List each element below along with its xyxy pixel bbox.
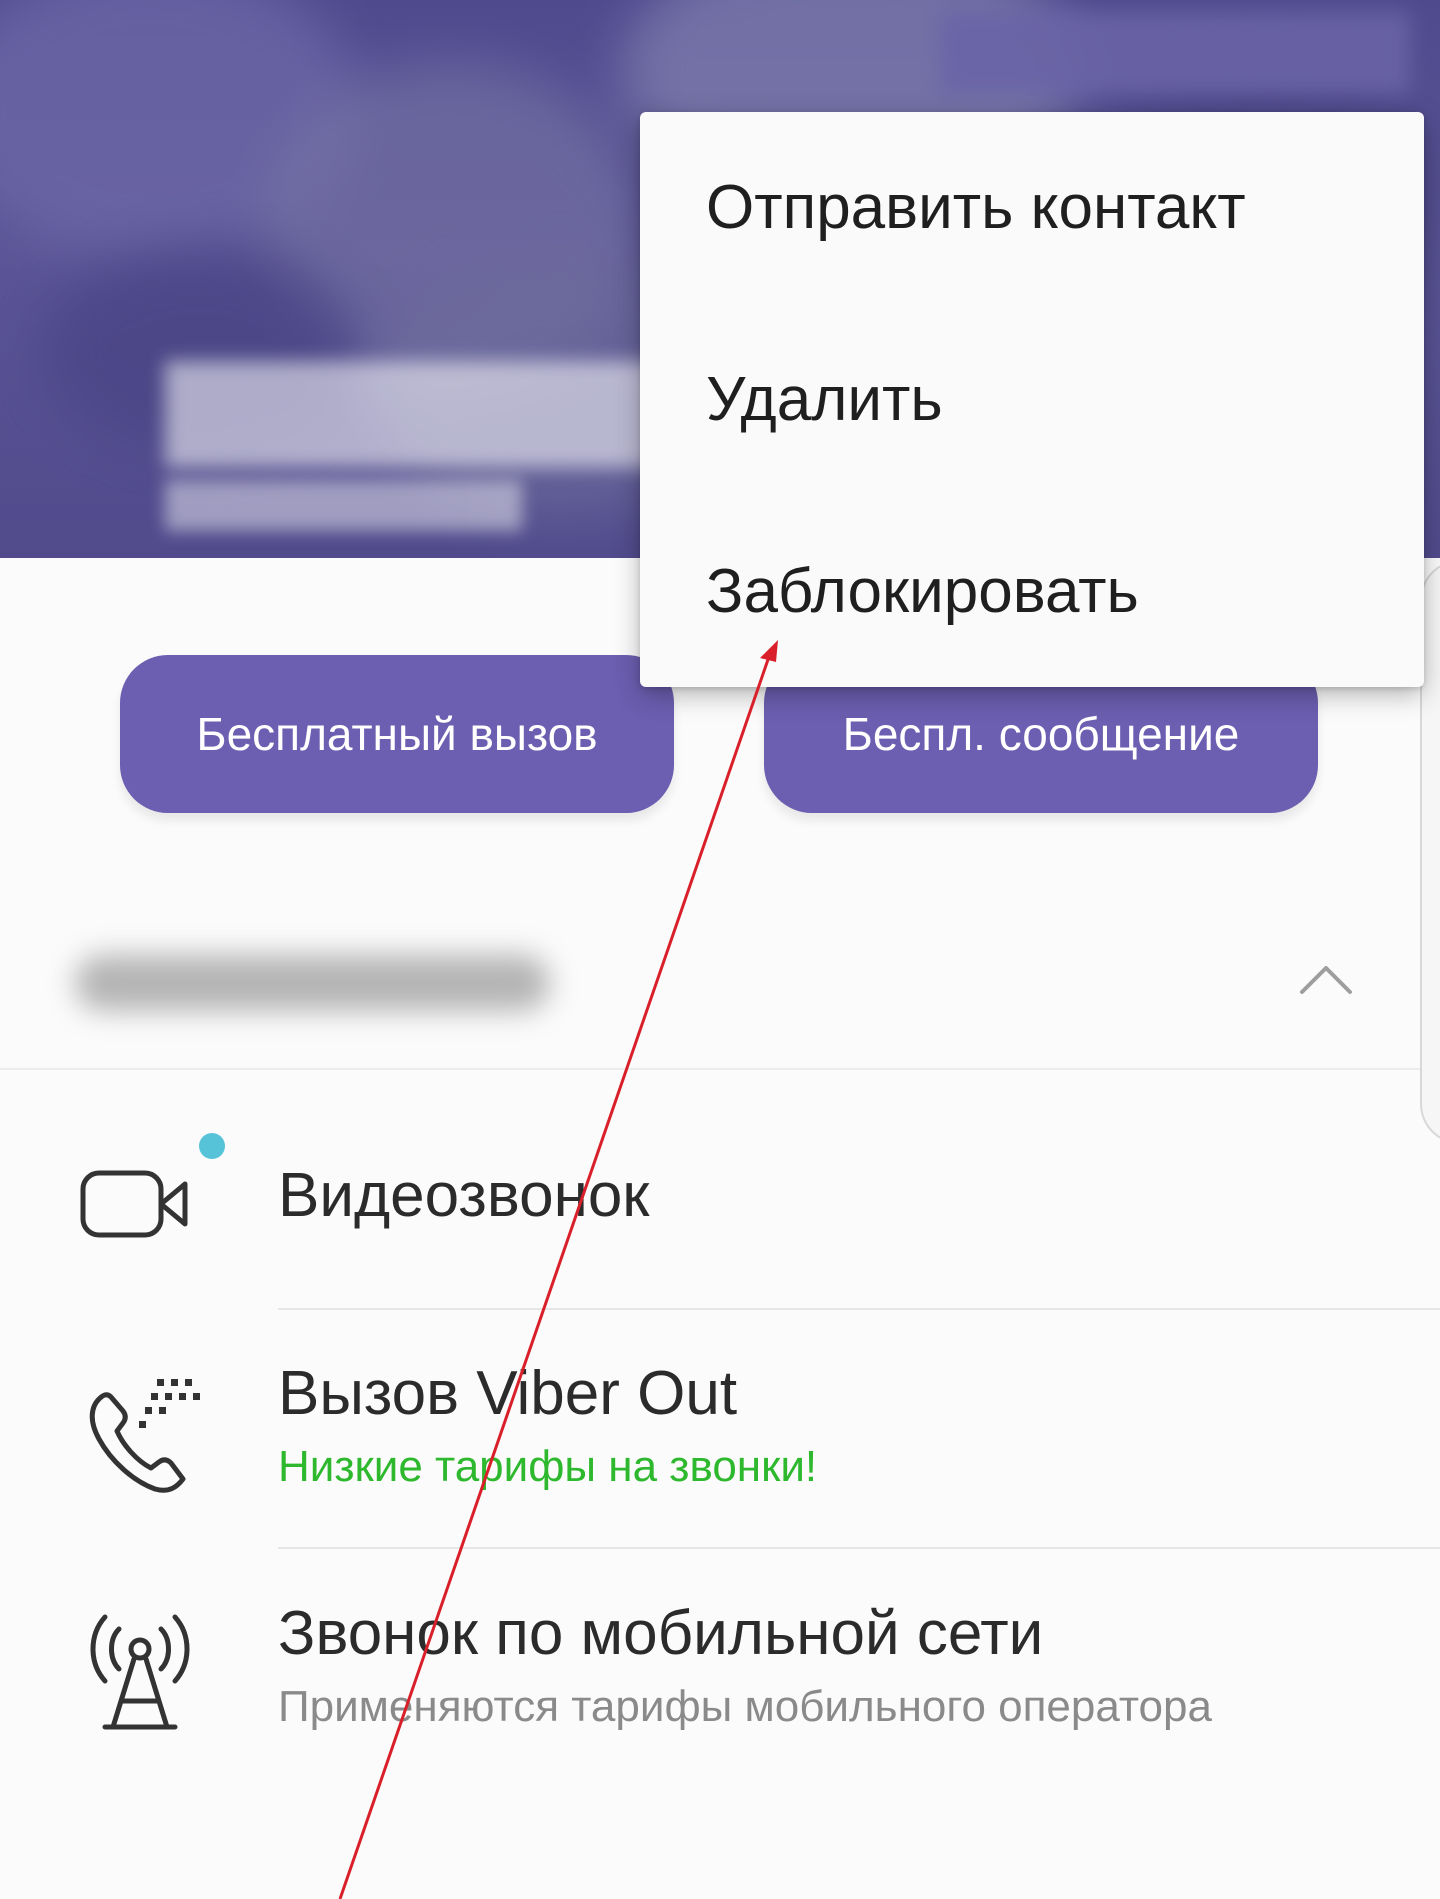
item-divider bbox=[278, 1547, 1440, 1549]
overflow-menu: Отправить контакт Удалить Заблокировать bbox=[640, 112, 1424, 687]
mobile-call-item[interactable]: Звонок по мобильной сети Применяются тар… bbox=[0, 1550, 1420, 1790]
new-feature-badge bbox=[199, 1133, 225, 1159]
viber-out-item[interactable]: Вызов Viber Out Низкие тарифы на звонки! bbox=[0, 1310, 1420, 1548]
video-call-item[interactable]: Видеозвонок bbox=[0, 1100, 1420, 1310]
menu-item-send-contact[interactable]: Отправить контакт bbox=[640, 112, 1424, 302]
phone-number-blurred bbox=[75, 955, 550, 1011]
menu-item-label: Удалить bbox=[706, 364, 943, 434]
free-message-button-label: Беспл. сообщение bbox=[842, 708, 1240, 760]
free-call-button[interactable]: Бесплатный вызов bbox=[120, 655, 674, 813]
menu-item-label: Заблокировать bbox=[706, 556, 1139, 626]
cell-tower-icon bbox=[90, 1614, 190, 1730]
phone-dialpad-icon bbox=[89, 1379, 200, 1493]
status-bar bbox=[940, 12, 1410, 94]
chevron-up-icon[interactable] bbox=[1296, 950, 1356, 1010]
mobile-call-note: Применяются тарифы мобильного оператора bbox=[278, 1682, 1212, 1731]
menu-item-delete[interactable]: Удалить bbox=[640, 304, 1424, 494]
menu-item-label: Отправить контакт bbox=[706, 172, 1246, 242]
viber-out-promo: Низкие тарифы на звонки! bbox=[278, 1442, 818, 1491]
video-camera-icon bbox=[80, 1170, 188, 1238]
mobile-call-title: Звонок по мобильной сети bbox=[278, 1599, 1044, 1668]
phone-number-row[interactable] bbox=[0, 900, 1440, 1070]
contact-name-blurred: ████████ bbox=[165, 361, 664, 460]
section-divider bbox=[0, 1068, 1420, 1070]
viber-out-title: Вызов Viber Out bbox=[278, 1359, 738, 1428]
contact-status-blurred: ████████████ bbox=[165, 480, 523, 527]
menu-item-block[interactable]: Заблокировать bbox=[640, 496, 1424, 686]
video-call-title: Видеозвонок bbox=[278, 1161, 650, 1230]
free-call-button-label: Бесплатный вызов bbox=[196, 708, 598, 760]
